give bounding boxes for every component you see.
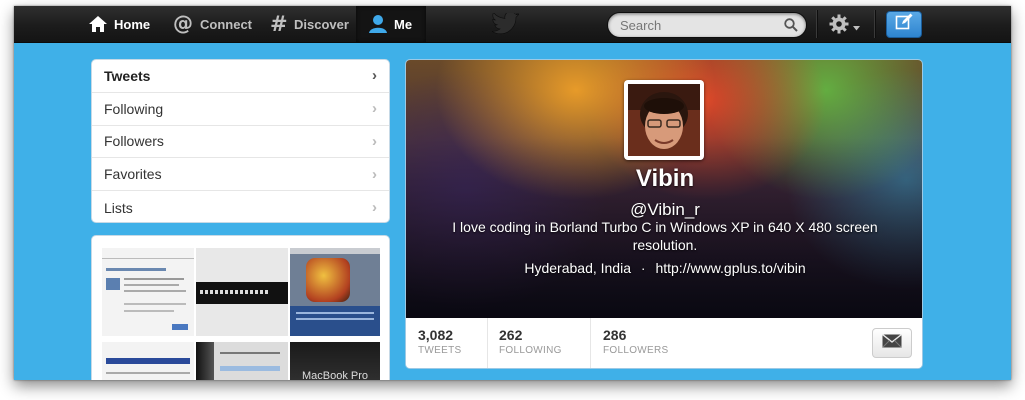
twitter-bird-icon[interactable] bbox=[491, 11, 520, 40]
stat-following[interactable]: 262 FOLLOWING bbox=[499, 327, 562, 356]
nav-discover-label: Discover bbox=[294, 16, 349, 32]
top-nav-bar: Home @ Connect # Discover Me bbox=[14, 6, 1011, 43]
sidebar-item-label: Tweets bbox=[104, 67, 151, 84]
app-window: Home @ Connect # Discover Me Search Twee… bbox=[14, 6, 1011, 380]
at-icon: @ bbox=[172, 14, 194, 34]
avatar-photo bbox=[628, 84, 700, 156]
chevron-right-icon: › bbox=[372, 132, 377, 150]
stat-tweets[interactable]: 3,082 TWEETS bbox=[418, 327, 461, 356]
sidebar-item-followers[interactable]: Followers › bbox=[92, 126, 389, 159]
search-icon[interactable] bbox=[784, 18, 798, 37]
stat-following-count: 262 bbox=[499, 327, 523, 343]
media-thumbnail[interactable] bbox=[290, 248, 380, 336]
stat-tweets-label: TWEETS bbox=[418, 345, 462, 356]
stat-followers-count: 286 bbox=[603, 327, 627, 343]
topbar-divider bbox=[874, 10, 876, 38]
profile-location-line: Hyderabad, India · http://www.gplus.to/v… bbox=[406, 260, 922, 276]
nav-me-label: Me bbox=[394, 16, 413, 32]
chevron-right-icon: › bbox=[372, 199, 377, 217]
compose-icon bbox=[895, 13, 913, 36]
svg-text:@: @ bbox=[173, 14, 193, 34]
profile-sidebar-nav: Tweets › Following › Followers › Favorit… bbox=[91, 59, 390, 223]
media-thumbnail[interactable] bbox=[196, 342, 288, 380]
profile-handle: @Vibin_r bbox=[630, 200, 700, 219]
profile-bio: I love coding in Borland Turbo C in Wind… bbox=[452, 219, 878, 253]
profile-name: Vibin bbox=[635, 165, 695, 192]
sidebar-item-lists[interactable]: Lists › bbox=[92, 191, 389, 222]
avatar[interactable] bbox=[624, 80, 704, 160]
gear-icon bbox=[829, 14, 849, 39]
media-thumbnail[interactable] bbox=[102, 248, 194, 336]
chevron-right-icon: › bbox=[372, 67, 377, 85]
chevron-right-icon: › bbox=[372, 100, 377, 118]
profile-card: Vibin @Vibin_r I love coding in Borland … bbox=[405, 59, 923, 369]
envelope-icon bbox=[882, 333, 902, 353]
sidebar-item-label: Favorites bbox=[104, 166, 162, 183]
nav-me[interactable]: Me bbox=[356, 6, 426, 42]
media-thumbnail[interactable] bbox=[102, 342, 194, 380]
direct-message-button[interactable] bbox=[872, 328, 912, 358]
person-icon bbox=[368, 14, 388, 34]
sidebar-item-label: Following bbox=[104, 100, 164, 117]
hashtag-icon: # bbox=[270, 14, 288, 34]
sidebar-item-label: Lists bbox=[104, 199, 133, 216]
stat-followers-label: FOLLOWERS bbox=[603, 345, 669, 356]
search-input[interactable] bbox=[608, 16, 782, 34]
profile-location: Hyderabad, India bbox=[524, 260, 631, 276]
chevron-right-icon: › bbox=[372, 165, 377, 183]
stat-followers[interactable]: 286 FOLLOWERS bbox=[603, 327, 669, 356]
sidebar-item-favorites[interactable]: Favorites › bbox=[92, 158, 389, 192]
settings-menu[interactable] bbox=[829, 14, 860, 39]
stat-divider bbox=[590, 318, 591, 368]
media-thumbnail[interactable]: MacBook Pro bbox=[290, 342, 380, 380]
nav-connect-label: Connect bbox=[200, 16, 252, 32]
sidebar-item-tweets[interactable]: Tweets › bbox=[92, 60, 389, 93]
macbook-caption: MacBook Pro bbox=[302, 370, 369, 380]
search-box[interactable] bbox=[607, 12, 807, 38]
svg-text:#: # bbox=[270, 14, 288, 34]
stat-divider bbox=[487, 318, 488, 368]
sidebar-item-label: Followers bbox=[104, 133, 164, 150]
compose-tweet-button[interactable] bbox=[886, 11, 922, 38]
topbar-divider bbox=[816, 10, 818, 38]
stat-tweets-count: 3,082 bbox=[418, 327, 454, 343]
profile-stats: 3,082 TWEETS 262 FOLLOWING 286 FOLLOWERS bbox=[406, 318, 922, 368]
location-separator: · bbox=[640, 260, 646, 276]
media-thumbnail[interactable] bbox=[196, 248, 288, 336]
recent-images-panel: MacBook Pro bbox=[91, 235, 390, 380]
stat-following-label: FOLLOWING bbox=[499, 345, 562, 356]
nav-discover[interactable]: # Discover bbox=[270, 6, 349, 42]
nav-home[interactable]: Home bbox=[88, 6, 150, 42]
chevron-down-icon bbox=[853, 18, 860, 36]
sidebar-item-following[interactable]: Following › bbox=[92, 93, 389, 126]
nav-home-label: Home bbox=[114, 16, 151, 32]
nav-connect[interactable]: @ Connect bbox=[172, 6, 252, 42]
home-icon bbox=[88, 15, 108, 33]
profile-url-link[interactable]: http://www.gplus.to/vibin bbox=[655, 260, 805, 276]
